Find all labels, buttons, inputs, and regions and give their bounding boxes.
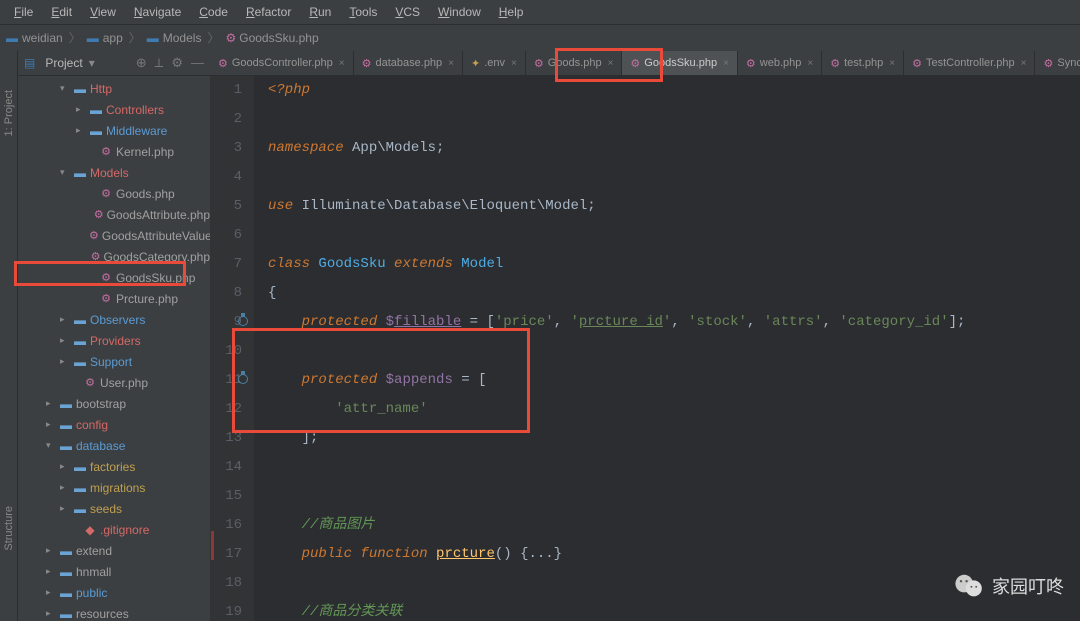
gear-icon[interactable]: ⚙ (171, 55, 183, 71)
close-icon[interactable]: × (723, 58, 729, 69)
tree-resources[interactable]: ▸▬resources (18, 603, 210, 621)
toolwindow-structure[interactable]: Structure (3, 506, 15, 551)
close-icon[interactable]: × (608, 58, 614, 69)
editor-area: ⚙GoodsController.php×⚙database.php×✦.env… (210, 50, 1080, 621)
project-tree: ▾▬Http▸▬Controllers▸▬Middleware⚙Kernel.p… (18, 76, 210, 621)
project-sidebar: ▤ Project ▾ ⊕ ⟂ ⚙ — ▾▬Http▸▬Controllers▸… (18, 50, 210, 621)
menu-navigate[interactable]: Navigate (126, 3, 189, 21)
menu-view[interactable]: View (82, 3, 124, 21)
tree-Middleware[interactable]: ▸▬Middleware (18, 120, 210, 141)
tab-GoodsController.php[interactable]: ⚙GoodsController.php× (210, 51, 354, 75)
breadcrumbs: ▬weidian〉▬app〉▬Models〉⚙GoodsSku.php (0, 24, 1080, 50)
menu-help[interactable]: Help (491, 3, 532, 21)
red-marker (211, 531, 214, 560)
close-icon[interactable]: × (511, 58, 517, 69)
close-icon[interactable]: × (448, 58, 454, 69)
breadcrumb-GoodsSku.php[interactable]: ⚙GoodsSku.php (225, 31, 318, 45)
menu-run[interactable]: Run (301, 3, 339, 21)
tab-Goods.php[interactable]: ⚙Goods.php× (526, 51, 623, 75)
tree-factories[interactable]: ▸▬factories (18, 456, 210, 477)
tree-Models[interactable]: ▾▬Models (18, 162, 210, 183)
menu-edit[interactable]: Edit (43, 3, 80, 21)
tree-Http[interactable]: ▾▬Http (18, 78, 210, 99)
menu-refactor[interactable]: Refactor (238, 3, 299, 21)
project-panel-title: Project (45, 56, 82, 70)
toolwindow-project[interactable]: 1: Project (3, 90, 15, 136)
target-icon[interactable]: ⊕ (136, 55, 147, 71)
tab-.env[interactable]: ✦.env× (463, 51, 526, 75)
close-icon[interactable]: × (889, 58, 895, 69)
hide-icon[interactable]: — (191, 55, 204, 71)
tree-database[interactable]: ▾▬database (18, 435, 210, 456)
menu-tools[interactable]: Tools (341, 3, 385, 21)
tab-TestController.php[interactable]: ⚙TestController.php× (904, 51, 1035, 75)
tree-GoodsAttributeValue.p[interactable]: ⚙GoodsAttributeValue.p (18, 225, 210, 246)
tree-hnmall[interactable]: ▸▬hnmall (18, 561, 210, 582)
menu-file[interactable]: File (6, 3, 41, 21)
close-icon[interactable]: × (807, 58, 813, 69)
wechat-icon (954, 574, 984, 598)
tree-public[interactable]: ▸▬public (18, 582, 210, 603)
editor-tabs: ⚙GoodsController.php×⚙database.php×✦.env… (210, 50, 1080, 76)
breadcrumb-weidian[interactable]: ▬weidian (6, 31, 63, 45)
menubar: FileEditViewNavigateCodeRefactorRunTools… (0, 0, 1080, 24)
tab-test.php[interactable]: ⚙test.php× (822, 51, 904, 75)
close-icon[interactable]: × (339, 58, 345, 69)
breadcrumb-app[interactable]: ▬app (87, 31, 123, 45)
tree-extend[interactable]: ▸▬extend (18, 540, 210, 561)
menu-vcs[interactable]: VCS (387, 3, 428, 21)
line-gutter: 12345678910111213141516171819202324 (210, 76, 254, 621)
folder-icon: ▤ (24, 56, 35, 70)
tab-GoodsSku.php[interactable]: ⚙GoodsSku.php× (622, 51, 738, 75)
tree-Support[interactable]: ▸▬Support (18, 351, 210, 372)
tree-GoodsSku.php[interactable]: ⚙GoodsSku.php (18, 267, 210, 288)
tree-User.php[interactable]: ⚙User.php (18, 372, 210, 393)
tree-bootstrap[interactable]: ▸▬bootstrap (18, 393, 210, 414)
tree-Providers[interactable]: ▸▬Providers (18, 330, 210, 351)
left-tool-strip: 1: Project Structure (0, 50, 18, 621)
close-icon[interactable]: × (1021, 58, 1027, 69)
tree-Kernel.php[interactable]: ⚙Kernel.php (18, 141, 210, 162)
breadcrumb-Models[interactable]: ▬Models (147, 31, 202, 45)
tree-seeds[interactable]: ▸▬seeds (18, 498, 210, 519)
tree-config[interactable]: ▸▬config (18, 414, 210, 435)
tree-Controllers[interactable]: ▸▬Controllers (18, 99, 210, 120)
tree-Goods.php[interactable]: ⚙Goods.php (18, 183, 210, 204)
watermark: 家园叮咚 (954, 573, 1064, 599)
menu-window[interactable]: Window (430, 3, 489, 21)
menu-code[interactable]: Code (191, 3, 236, 21)
tab-web.php[interactable]: ⚙web.php× (738, 51, 822, 75)
tab-SyncGoods.php[interactable]: ⚙SyncGoods.php× (1035, 51, 1080, 75)
tree-.gitignore[interactable]: ◆.gitignore (18, 519, 210, 540)
tree-Prcture.php[interactable]: ⚙Prcture.php (18, 288, 210, 309)
tab-database.php[interactable]: ⚙database.php× (354, 51, 463, 75)
code-content[interactable]: <?phpnamespace App\Models;use Illuminate… (254, 76, 1080, 621)
tree-GoodsAttribute.php[interactable]: ⚙GoodsAttribute.php (18, 204, 210, 225)
tree-GoodsCategory.php[interactable]: ⚙GoodsCategory.php (18, 246, 210, 267)
tree-Observers[interactable]: ▸▬Observers (18, 309, 210, 330)
tree-migrations[interactable]: ▸▬migrations (18, 477, 210, 498)
collapse-icon[interactable]: ⟂ (155, 55, 164, 71)
